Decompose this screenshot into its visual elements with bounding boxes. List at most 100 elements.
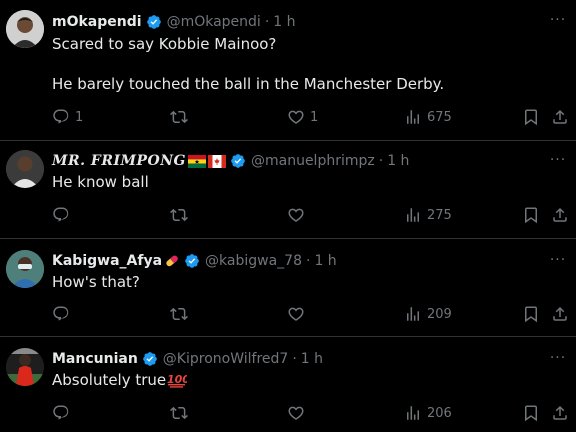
share-icon [553, 207, 567, 222]
action-bar: 1 1 675 [0, 107, 576, 127]
action-bar: 209 [0, 304, 576, 324]
reply-icon [53, 207, 69, 222]
reply-icon [53, 405, 69, 420]
views-button[interactable]: 275 [404, 205, 452, 225]
avatar[interactable] [6, 10, 44, 48]
retweet-button[interactable] [170, 107, 193, 127]
separator-dot: · [378, 153, 384, 169]
retweet-icon [170, 208, 188, 222]
share-button[interactable] [551, 107, 569, 127]
tweet-text: Scared to say Kobbie Mainoo? He barely t… [52, 35, 445, 93]
bookmark-button[interactable] [522, 107, 540, 127]
retweet-icon [170, 110, 188, 124]
share-button[interactable] [551, 304, 569, 324]
retweet-button[interactable] [170, 403, 193, 423]
more-options-icon[interactable]: ··· [548, 150, 568, 170]
tweet-text: He know ball [52, 173, 149, 191]
verified-badge-icon [146, 14, 162, 30]
like-button[interactable] [287, 403, 310, 423]
display-name[interactable]: MR. FRIMPONG [52, 153, 186, 169]
user-handle[interactable]: @kabigwa_78 [205, 253, 302, 269]
separator-dot: · [305, 253, 311, 269]
bookmark-icon [525, 207, 537, 224]
tweet-header: Kabigwa_Afya @kabigwa_78 · 1 h [52, 251, 337, 271]
reply-button[interactable] [52, 403, 75, 423]
like-count: 1 [310, 109, 319, 125]
ghana-flag-icon [187, 154, 206, 168]
views-button[interactable]: 206 [404, 403, 452, 423]
view-count: 209 [427, 306, 452, 322]
separator-dot: · [264, 14, 270, 30]
tweet-text: Absolutely true [52, 371, 167, 389]
display-name[interactable]: Kabigwa_Afya [52, 253, 162, 269]
tweet-header: MR. FRIMPONG @manuelphrimpz · 1 h [52, 151, 409, 171]
timestamp[interactable]: 1 h [273, 14, 295, 30]
reply-tweet[interactable]: MR. FRIMPONG @manuelphrimpz · 1 h ··· He… [0, 141, 576, 238]
reply-icon [53, 306, 69, 321]
more-options-icon[interactable]: ··· [548, 348, 568, 368]
analytics-icon [407, 208, 419, 222]
view-count: 675 [427, 109, 452, 125]
share-button[interactable] [551, 403, 569, 423]
reply-button[interactable] [52, 304, 75, 324]
tweet-header: mOkapendi @mOkapendi · 1 h [52, 12, 296, 32]
timestamp[interactable]: 1 h [387, 153, 409, 169]
avatar[interactable] [6, 250, 44, 288]
bookmark-button[interactable] [522, 403, 540, 423]
share-icon [553, 405, 567, 420]
avatar[interactable] [6, 348, 44, 386]
action-bar: 275 [0, 205, 576, 225]
tweet-header: Mancunian @KipronoWilfred7 · 1 h [52, 349, 323, 369]
separator-dot: · [292, 351, 297, 367]
timestamp[interactable]: 1 h [314, 253, 336, 269]
tweet-text-row: Absolutely true 100 [52, 370, 187, 390]
timestamp[interactable]: 1 h [301, 351, 323, 367]
bookmark-button[interactable] [522, 205, 540, 225]
views-button[interactable]: 675 [404, 107, 452, 127]
heart-icon [288, 208, 304, 222]
reply-count: 1 [75, 109, 84, 125]
like-button[interactable] [287, 304, 310, 324]
reply-icon [53, 109, 69, 124]
bookmark-icon [525, 306, 537, 323]
analytics-icon [407, 307, 419, 321]
more-options-icon[interactable]: ··· [548, 10, 568, 30]
canada-flag-icon [207, 154, 226, 168]
analytics-icon [407, 110, 419, 124]
reply-tweet[interactable]: Kabigwa_Afya @kabigwa_78 · 1 h ··· How's… [0, 239, 576, 336]
view-count: 275 [427, 207, 452, 223]
bookmark-icon [525, 109, 537, 126]
reply-button[interactable] [52, 205, 75, 225]
more-options-icon[interactable]: ··· [548, 250, 568, 270]
verified-badge-icon [184, 253, 200, 269]
display-name[interactable]: Mancunian [52, 351, 138, 367]
retweet-icon [170, 307, 188, 321]
hundred-points-icon: 100 [167, 372, 187, 388]
reply-tweet[interactable]: Mancunian @KipronoWilfred7 · 1 h ··· Abs… [0, 337, 576, 432]
share-button[interactable] [551, 205, 569, 225]
user-handle[interactable]: @KipronoWilfred7 [163, 351, 289, 367]
action-bar: 206 [0, 403, 576, 423]
like-button[interactable]: 1 [287, 107, 318, 127]
view-count: 206 [427, 405, 452, 421]
retweet-icon [170, 406, 188, 420]
bookmark-icon [525, 405, 537, 422]
pill-icon [164, 253, 180, 269]
display-name[interactable]: mOkapendi [52, 14, 142, 30]
heart-icon [288, 110, 304, 124]
retweet-button[interactable] [170, 304, 193, 324]
user-handle[interactable]: @mOkapendi [167, 14, 261, 30]
share-icon [553, 109, 567, 124]
tweet-text: How's that? [52, 273, 140, 291]
verified-badge-icon [142, 351, 158, 367]
retweet-button[interactable] [170, 205, 193, 225]
bookmark-button[interactable] [522, 304, 540, 324]
like-button[interactable] [287, 205, 310, 225]
verified-badge-icon [230, 153, 246, 169]
reply-tweet[interactable]: mOkapendi @mOkapendi · 1 h ··· Scared to… [0, 0, 576, 143]
user-handle[interactable]: @manuelphrimpz [251, 153, 375, 169]
reply-button[interactable]: 1 [52, 107, 83, 127]
avatar[interactable] [6, 150, 44, 188]
analytics-icon [407, 406, 419, 420]
views-button[interactable]: 209 [404, 304, 452, 324]
